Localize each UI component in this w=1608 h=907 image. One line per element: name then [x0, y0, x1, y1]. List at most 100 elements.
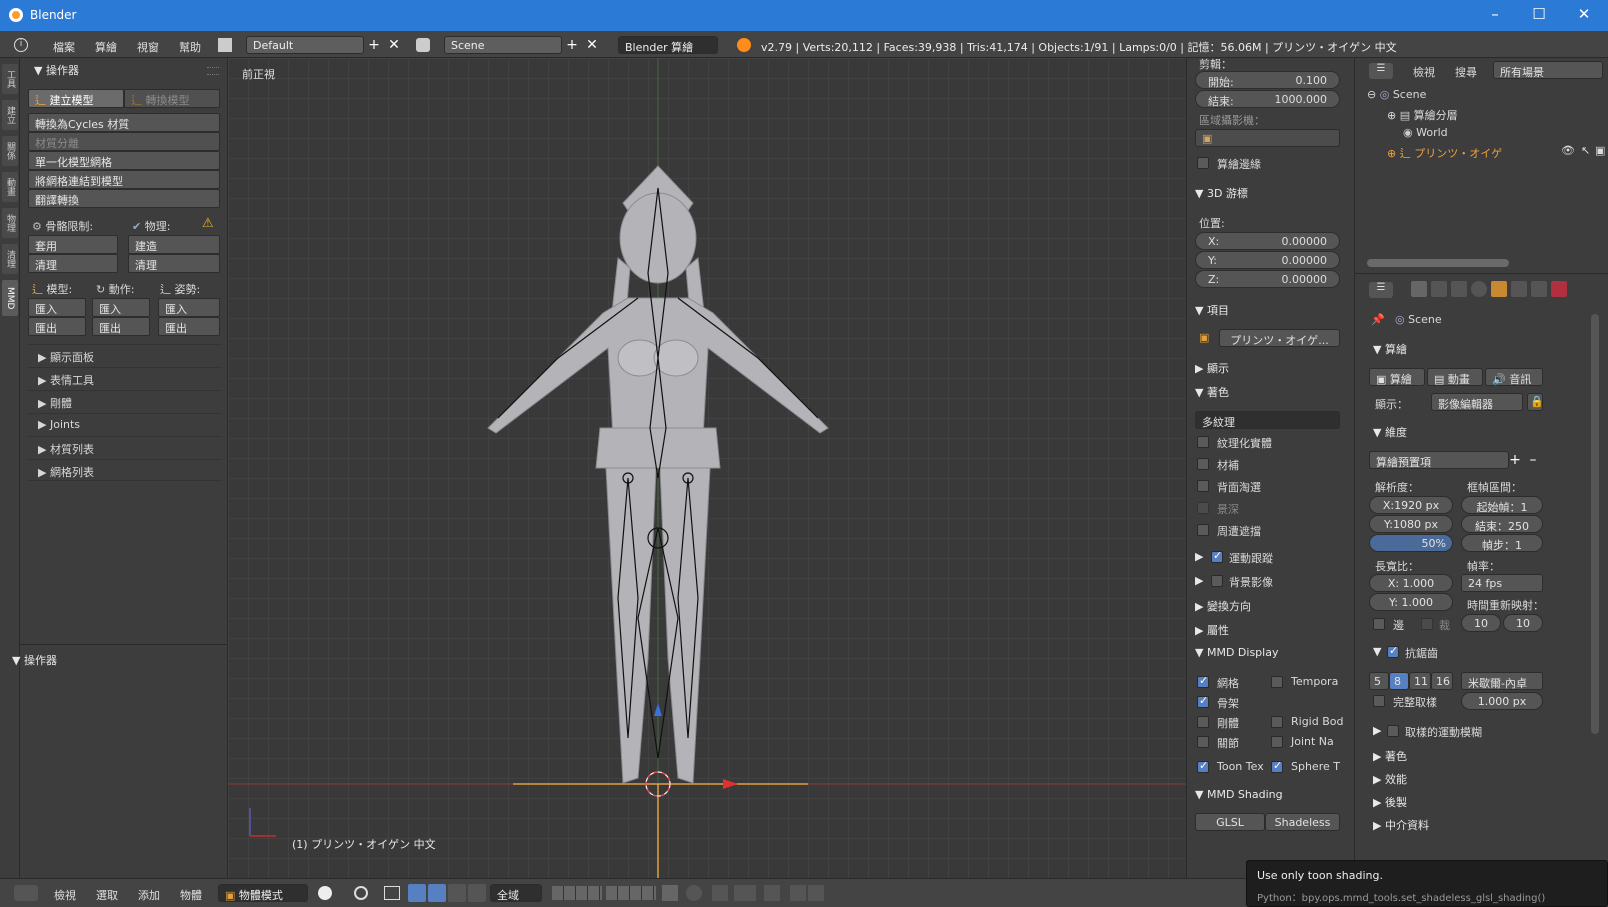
outliner-search-menu[interactable]: 搜尋 [1455, 64, 1477, 80]
menu-render[interactable]: 算繪 [95, 39, 117, 55]
manipulator-extra-icon[interactable] [468, 884, 486, 902]
viewport-editor-icon[interactable] [14, 885, 38, 901]
add-preset-button[interactable]: + [1507, 452, 1523, 468]
properties-scrollbar[interactable] [1591, 314, 1599, 734]
mmd-joint-name-checkbox[interactable] [1271, 736, 1283, 748]
convert-cycles-button[interactable]: 轉換為Cycles 材質 [28, 113, 220, 132]
cursor-x-field[interactable]: X: 0.00000 [1195, 232, 1340, 250]
screen-layout-field[interactable]: Default [246, 36, 364, 54]
close-window-button[interactable]: ✕ [1569, 5, 1599, 23]
item-name-field[interactable]: プリンツ・オイゲ... [1219, 329, 1340, 347]
convert-model-tab[interactable]: ⻍ 轉換模型 [124, 89, 220, 108]
layers-row-1[interactable] [552, 886, 602, 900]
resolution-y-field[interactable]: Y:1080 px [1369, 515, 1453, 533]
menu-window[interactable]: 視窗 [137, 39, 159, 55]
opengl-anim-icon[interactable] [790, 885, 806, 901]
sphere-tex-checkbox[interactable] [1271, 759, 1283, 773]
mmd-mesh-checkbox[interactable] [1197, 674, 1209, 688]
editor-type-info-icon[interactable]: i [14, 38, 28, 52]
scene-tab-icon[interactable] [1451, 281, 1467, 297]
data-tab-icon[interactable] [1531, 281, 1547, 297]
metadata-panel-header[interactable]: ▶ 中介資料 [1373, 817, 1429, 833]
outliner-row-render-layers[interactable]: ⊕ ▤ 算繪分層 [1387, 107, 1458, 123]
remove-preset-button[interactable]: – [1525, 452, 1541, 468]
3d-viewport[interactable]: 前正視 (1) プリンツ・オイゲン 中文 [228, 58, 1186, 878]
cursor-z-field[interactable]: Z: 0.00000 [1195, 270, 1340, 288]
clear-bone-button[interactable]: 清理 [28, 254, 118, 273]
antialiasing-panel-header[interactable]: ▼ [1373, 645, 1381, 658]
mmd-rigidbod-name-checkbox[interactable] [1271, 716, 1283, 728]
shading-header[interactable]: ▼ 著色 [1195, 384, 1229, 400]
outliner-row-scene[interactable]: ⊖ ◎ Scene [1367, 88, 1426, 101]
motion-blur-panel-header[interactable]: ▶ [1373, 724, 1381, 737]
display-header[interactable]: ▶ 顯示 [1195, 360, 1229, 376]
background-images-checkbox[interactable] [1211, 575, 1223, 587]
world-tab-icon[interactable] [1471, 281, 1487, 297]
glsl-button[interactable]: GLSL [1195, 813, 1265, 831]
mmd-display-header[interactable]: ▼ MMD Display [1195, 646, 1278, 659]
render-animation-button[interactable]: ▤ 動畫 [1427, 368, 1483, 386]
item-header[interactable]: ▼ 項目 [1195, 302, 1229, 318]
performance-panel-header[interactable]: ▶ 效能 [1373, 771, 1407, 787]
outliner-view-menu[interactable]: 檢視 [1413, 64, 1435, 80]
filter-size-field[interactable]: 1.000 px [1461, 692, 1543, 710]
panel-grip[interactable] [207, 67, 219, 75]
properties-editor-icon[interactable]: ☰ [1369, 282, 1393, 298]
crop-checkbox[interactable] [1421, 618, 1433, 630]
opengl-render-icon[interactable] [764, 885, 780, 901]
resolution-x-field[interactable]: X:1920 px [1369, 496, 1453, 514]
separate-material-button[interactable]: 材質分離 [28, 132, 220, 151]
delete-screen-button[interactable]: ✕ [386, 37, 402, 53]
add-scene-button[interactable]: + [564, 37, 580, 53]
pin-icon[interactable]: 📌 [1371, 313, 1385, 326]
viewport-shading-icon[interactable] [318, 886, 332, 900]
shadeless-button[interactable]: Shadeless [1265, 813, 1340, 831]
full-sample-checkbox[interactable] [1373, 695, 1385, 707]
outliner-scrollbar[interactable] [1367, 259, 1509, 267]
join-meshes-button[interactable]: 單一化模型網格 [28, 151, 220, 170]
screen-layout-icon[interactable] [218, 38, 232, 52]
resolution-percent-slider[interactable]: 50% [1369, 534, 1453, 552]
textured-solid-checkbox[interactable] [1197, 436, 1209, 448]
clip-start-field[interactable]: 開始: 0.100 [1195, 71, 1340, 89]
shading-mode-select[interactable]: 多紋理 [1195, 411, 1340, 429]
aa-samples-11[interactable]: 11 [1409, 672, 1431, 690]
panel-material-list[interactable]: ▶ 材質列表 [28, 436, 222, 458]
frame-step-field[interactable]: 幀步：1 [1461, 534, 1543, 552]
antialiasing-checkbox[interactable] [1387, 644, 1399, 658]
aa-samples-16[interactable]: 16 [1431, 672, 1453, 690]
build-physics-button[interactable]: 建造 [128, 235, 220, 254]
outliner-row-world[interactable]: ◉ World [1403, 126, 1448, 139]
toon-tex-checkbox[interactable] [1197, 759, 1209, 773]
dof-checkbox[interactable] [1197, 502, 1209, 514]
properties-header[interactable]: ▶ 屬性 [1195, 622, 1229, 638]
apply-bone-button[interactable]: 套用 [28, 235, 118, 254]
scale-manipulator-icon[interactable] [448, 884, 466, 902]
operator-panel-header[interactable]: ▼ 操作器 [34, 62, 79, 78]
clear-physics-button[interactable]: 清理 [128, 254, 220, 273]
mmd-rigidbody-checkbox[interactable] [1197, 716, 1209, 728]
menu-help[interactable]: 幫助 [179, 39, 201, 55]
aa-samples-5[interactable]: 5 [1369, 672, 1389, 690]
render-image-button[interactable]: ▣ 算繪 [1369, 368, 1425, 386]
redo-operator-header[interactable]: ▼ 操作器 [12, 652, 57, 668]
mmd-armature-checkbox[interactable] [1197, 694, 1209, 708]
ambient-occlusion-checkbox[interactable] [1197, 524, 1209, 536]
tab-tools[interactable]: 工具 [2, 64, 18, 94]
maximize-button[interactable]: ☐ [1524, 5, 1554, 23]
lock-interface-button[interactable]: 🔒 [1527, 393, 1544, 411]
motion-blur-checkbox[interactable] [1387, 725, 1399, 737]
layers-row-2[interactable] [606, 886, 656, 900]
attach-meshes-button[interactable]: 將網格連結到模型 [28, 170, 220, 189]
panel-joints[interactable]: ▶ Joints [28, 413, 222, 435]
render-presets-select[interactable]: 算繪預置項 [1369, 451, 1509, 469]
tab-create[interactable]: 建立 [2, 100, 18, 130]
import-model-button[interactable]: 匯入 [28, 298, 86, 317]
outliner-row-armature[interactable]: ⊕ ⻍ プリンツ・オイゲ [1387, 145, 1502, 161]
render-border-checkbox[interactable] [1197, 157, 1209, 169]
constraints-tab-icon[interactable] [1511, 281, 1527, 297]
fps-select[interactable]: 24 fps [1461, 574, 1543, 592]
mmd-tempora-checkbox[interactable] [1271, 676, 1283, 688]
panel-mesh-list[interactable]: ▶ 網格列表 [28, 459, 222, 481]
import-pose-button[interactable]: 匯入 [158, 298, 220, 317]
